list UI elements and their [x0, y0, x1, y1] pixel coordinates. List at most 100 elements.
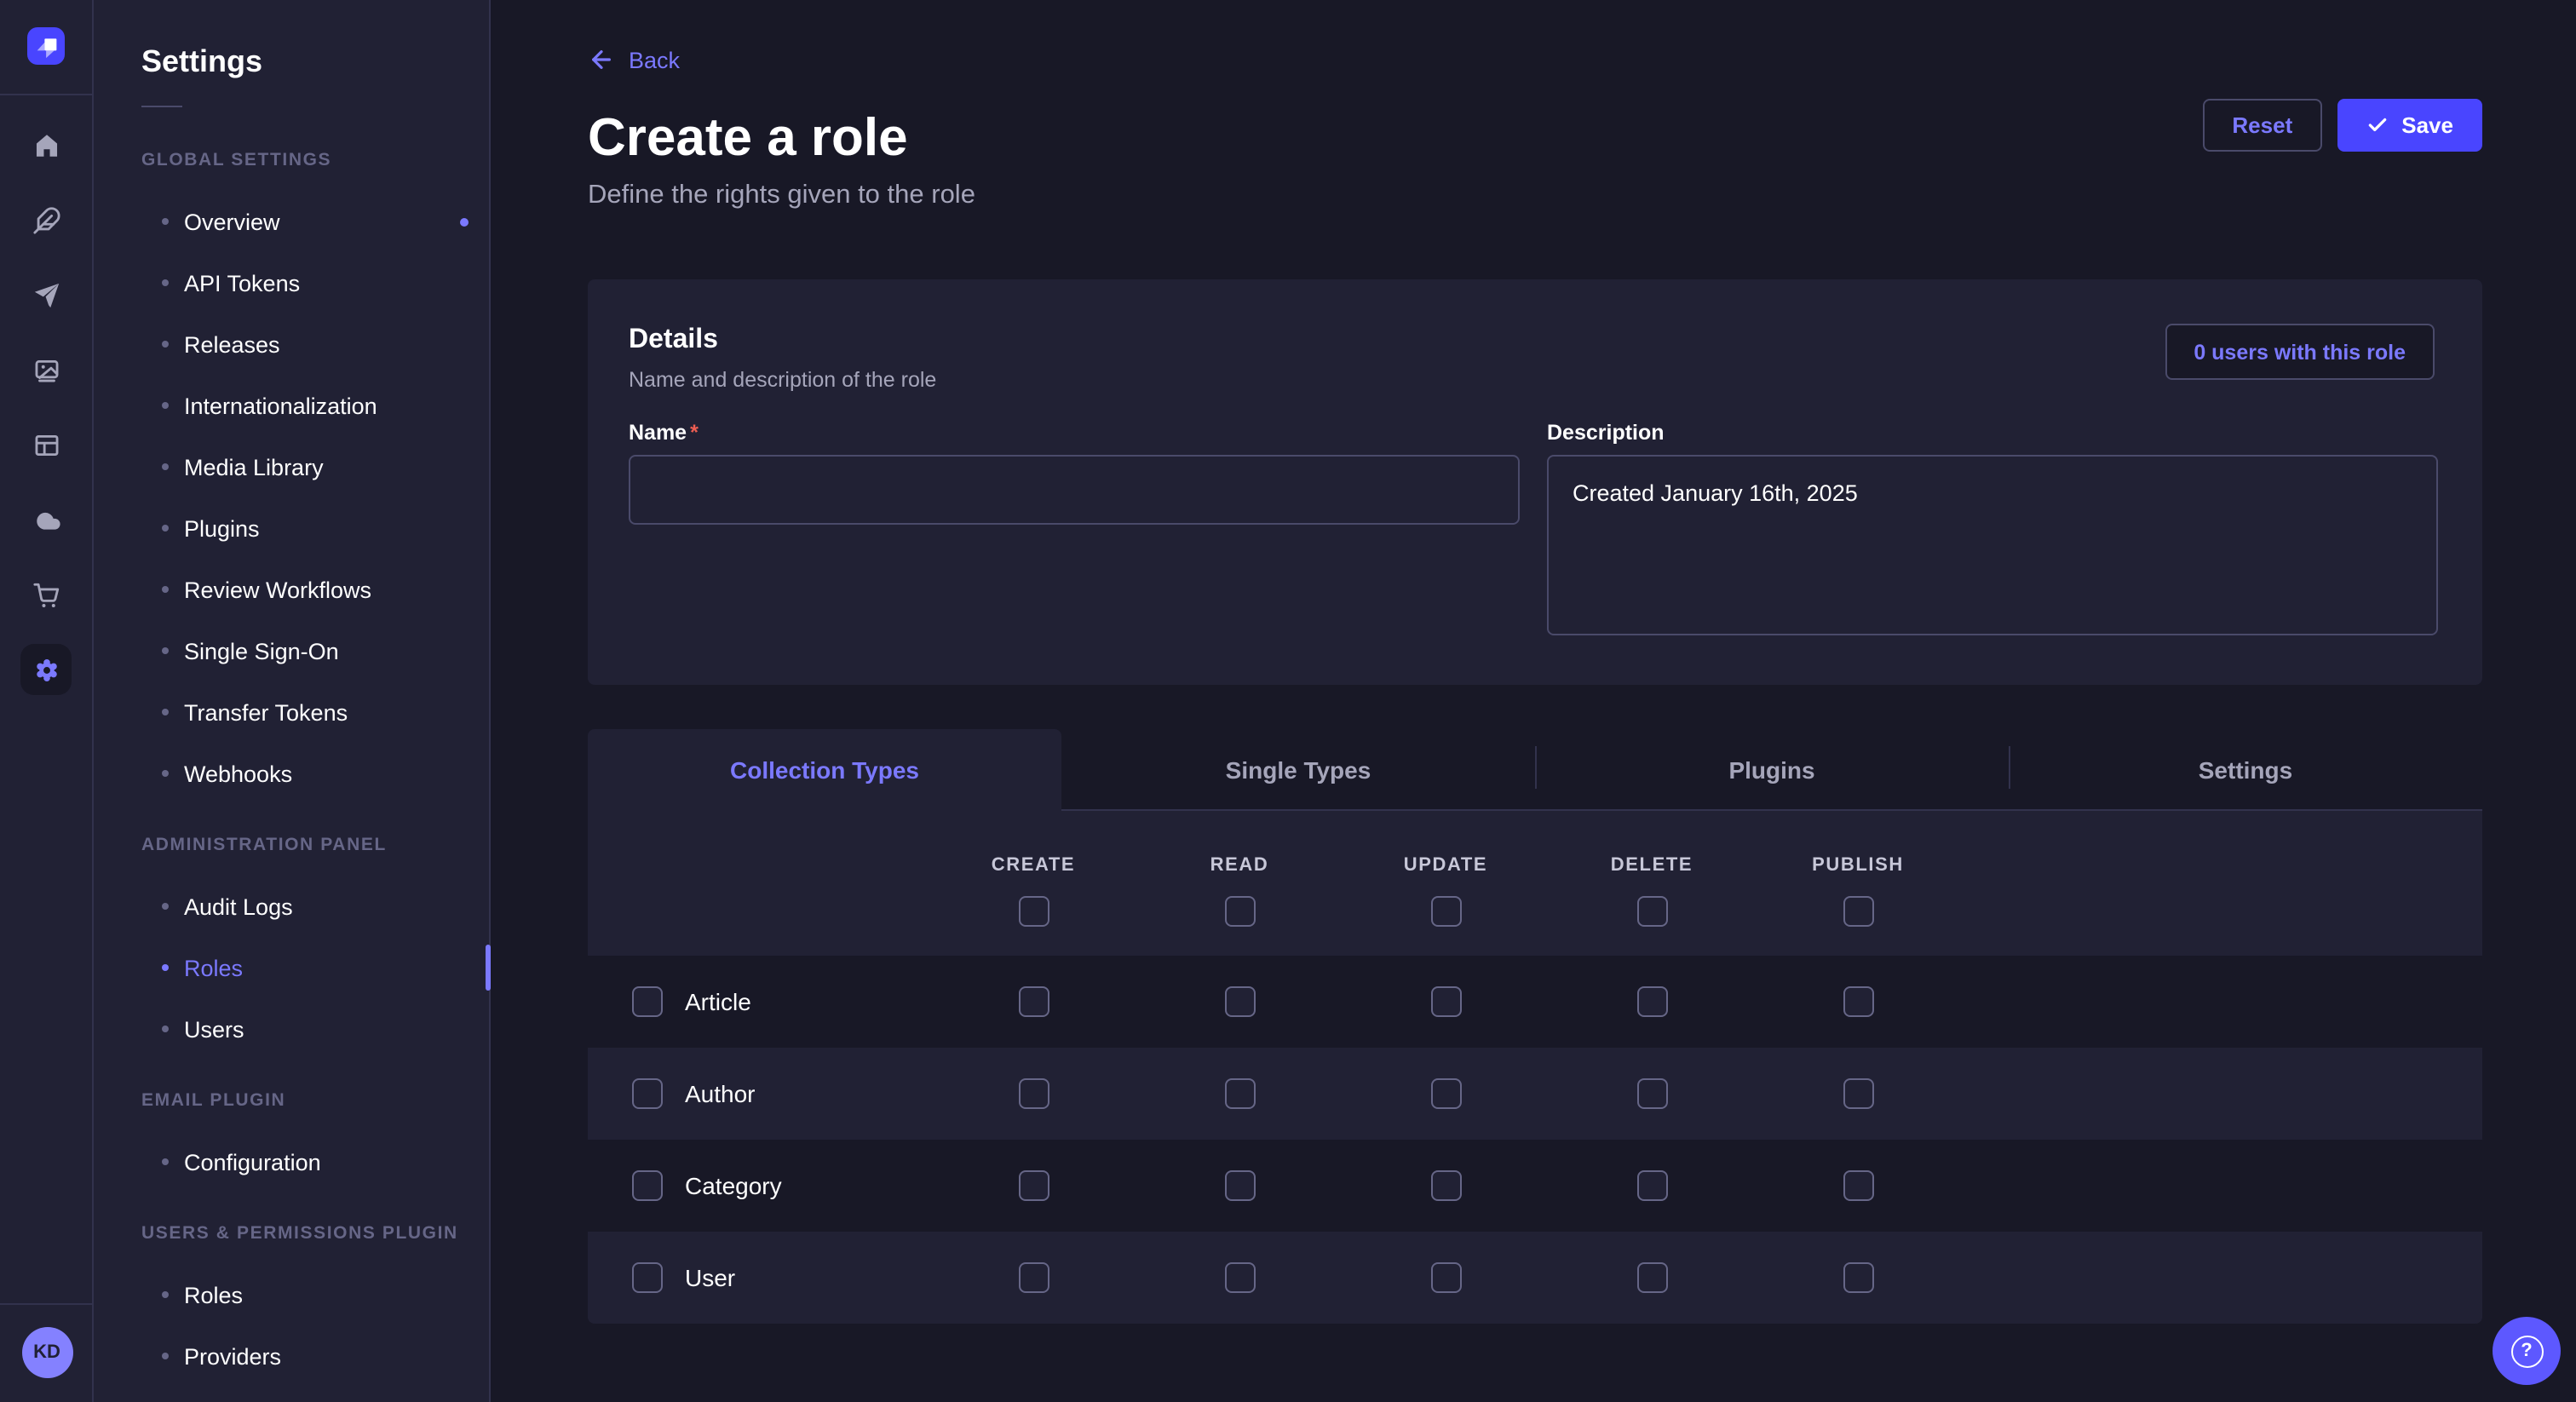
required-asterisk: * [690, 421, 699, 445]
tab-label: Settings [2199, 756, 2292, 783]
help-button[interactable]: ? [2493, 1317, 2561, 1385]
permission-cell [930, 1262, 1136, 1293]
tab-collection-types[interactable]: Collection Types [588, 729, 1061, 811]
subnav-item-label: Single Sign-On [184, 638, 339, 664]
users-with-role-button[interactable]: 0 users with this role [2165, 324, 2435, 380]
article-create-checkbox[interactable] [1018, 986, 1049, 1017]
category-read-checkbox[interactable] [1224, 1170, 1255, 1201]
subnav-item-audit-logs[interactable]: Audit Logs [94, 876, 489, 937]
question-mark-icon: ? [2510, 1335, 2543, 1367]
bullet-icon [162, 463, 169, 470]
nav-section-label: GLOBAL SETTINGS [94, 147, 489, 174]
create-select-all-checkbox[interactable] [1018, 895, 1049, 926]
subnav-item-webhooks[interactable]: Webhooks [94, 743, 489, 804]
user-publish-checkbox[interactable] [1843, 1262, 1873, 1293]
arrow-left-icon [588, 46, 615, 73]
category-select-row-checkbox[interactable] [632, 1170, 663, 1201]
page-subtitle: Define the rights given to the role [588, 175, 2482, 216]
article-update-checkbox[interactable] [1430, 986, 1461, 1017]
subnav-item-users[interactable]: Users [94, 998, 489, 1060]
user-avatar[interactable]: KD [21, 1327, 72, 1378]
subnav-item-roles[interactable]: Roles [94, 937, 489, 998]
subnav-item-providers[interactable]: Providers [94, 1325, 489, 1387]
article-read-checkbox[interactable] [1224, 986, 1255, 1017]
category-update-checkbox[interactable] [1430, 1170, 1461, 1201]
author-delete-checkbox[interactable] [1636, 1078, 1667, 1109]
nav-list: Audit LogsRolesUsers [94, 876, 489, 1060]
details-fields: Name* Description Created January 16th, … [629, 419, 2438, 644]
main-content: Back Create a role Define the rights giv… [491, 0, 2576, 1402]
bullet-icon [162, 964, 169, 971]
user-update-checkbox[interactable] [1430, 1262, 1461, 1293]
deploy-paper-plane-icon[interactable] [20, 269, 72, 320]
category-publish-checkbox[interactable] [1843, 1170, 1873, 1201]
name-input[interactable] [629, 455, 1520, 525]
subnav-item-overview[interactable]: Overview [94, 191, 489, 252]
bullet-icon [162, 525, 169, 531]
subnav-item-transfer-tokens[interactable]: Transfer Tokens [94, 681, 489, 743]
subnav-item-internationalization[interactable]: Internationalization [94, 375, 489, 436]
delete-select-all-checkbox[interactable] [1636, 895, 1667, 926]
bullet-icon [162, 647, 169, 654]
author-update-checkbox[interactable] [1430, 1078, 1461, 1109]
user-delete-checkbox[interactable] [1636, 1262, 1667, 1293]
reset-button[interactable]: Reset [2203, 99, 2321, 152]
marketplace-cart-icon[interactable] [20, 569, 72, 620]
subnav-item-label: Overview [184, 209, 280, 234]
author-read-checkbox[interactable] [1224, 1078, 1255, 1109]
bullet-icon [162, 1026, 169, 1032]
cloud-icon[interactable] [20, 494, 72, 545]
tab-divider [1535, 746, 1537, 789]
nav-section-users-permissions-plugin: USERS & PERMISSIONS PLUGINRolesProviders [94, 1220, 489, 1387]
user-select-row-checkbox[interactable] [632, 1262, 663, 1293]
row-label: Category [685, 1172, 782, 1199]
nav-list: Overview API TokensReleasesInternationali… [94, 191, 489, 804]
subnav-item-review-workflows[interactable]: Review Workflows [94, 559, 489, 620]
content-type-builder-feather-icon[interactable] [20, 194, 72, 245]
permission-row-user: User [588, 1232, 2482, 1324]
check-icon [2366, 114, 2388, 136]
article-delete-checkbox[interactable] [1636, 986, 1667, 1017]
settings-gear-icon[interactable] [20, 644, 72, 695]
bullet-icon [162, 1291, 169, 1298]
save-button[interactable]: Save [2337, 99, 2482, 152]
home-icon[interactable] [20, 119, 72, 170]
author-create-checkbox[interactable] [1018, 1078, 1049, 1109]
tab-settings[interactable]: Settings [2009, 729, 2482, 811]
subnav-item-configuration[interactable]: Configuration [94, 1131, 489, 1192]
user-create-checkbox[interactable] [1018, 1262, 1049, 1293]
subnav-item-media-library[interactable]: Media Library [94, 436, 489, 497]
user-read-checkbox[interactable] [1224, 1262, 1255, 1293]
permission-cell [1343, 1078, 1549, 1109]
tab-plugins[interactable]: Plugins [1535, 729, 2009, 811]
description-textarea[interactable]: Created January 16th, 2025 [1547, 455, 2438, 635]
author-select-row-checkbox[interactable] [632, 1078, 663, 1109]
back-link[interactable]: Back [588, 44, 680, 75]
update-select-all-checkbox[interactable] [1430, 895, 1461, 926]
author-publish-checkbox[interactable] [1843, 1078, 1873, 1109]
subnav-item-api-tokens[interactable]: API Tokens [94, 252, 489, 313]
bullet-icon [162, 903, 169, 910]
strapi-logo[interactable] [27, 27, 65, 65]
subnav-item-roles[interactable]: Roles [94, 1264, 489, 1325]
tab-single-types[interactable]: Single Types [1061, 729, 1535, 811]
article-select-row-checkbox[interactable] [632, 986, 663, 1017]
read-select-all-checkbox[interactable] [1224, 895, 1255, 926]
subnav-item-label: Roles [184, 1282, 243, 1307]
media-library-images-icon[interactable] [20, 344, 72, 395]
column-label: DELETE [1611, 854, 1693, 875]
subnav-item-plugins[interactable]: Plugins [94, 497, 489, 559]
header-actions: Reset Save [2203, 99, 2482, 152]
permission-cell [1136, 1170, 1343, 1201]
category-create-checkbox[interactable] [1018, 1170, 1049, 1201]
category-delete-checkbox[interactable] [1636, 1170, 1667, 1201]
subnav-item-releases[interactable]: Releases [94, 313, 489, 375]
article-publish-checkbox[interactable] [1843, 986, 1873, 1017]
publish-select-all-checkbox[interactable] [1843, 895, 1873, 926]
permission-cell [1343, 1262, 1549, 1293]
subnav-item-label: Media Library [184, 454, 324, 480]
permissions-panel: Collection TypesSingle TypesPlugins Setti… [588, 729, 2482, 1324]
content-manager-layout-icon[interactable] [20, 419, 72, 470]
permission-cell [1755, 1078, 1961, 1109]
subnav-item-single-sign-on[interactable]: Single Sign-On [94, 620, 489, 681]
